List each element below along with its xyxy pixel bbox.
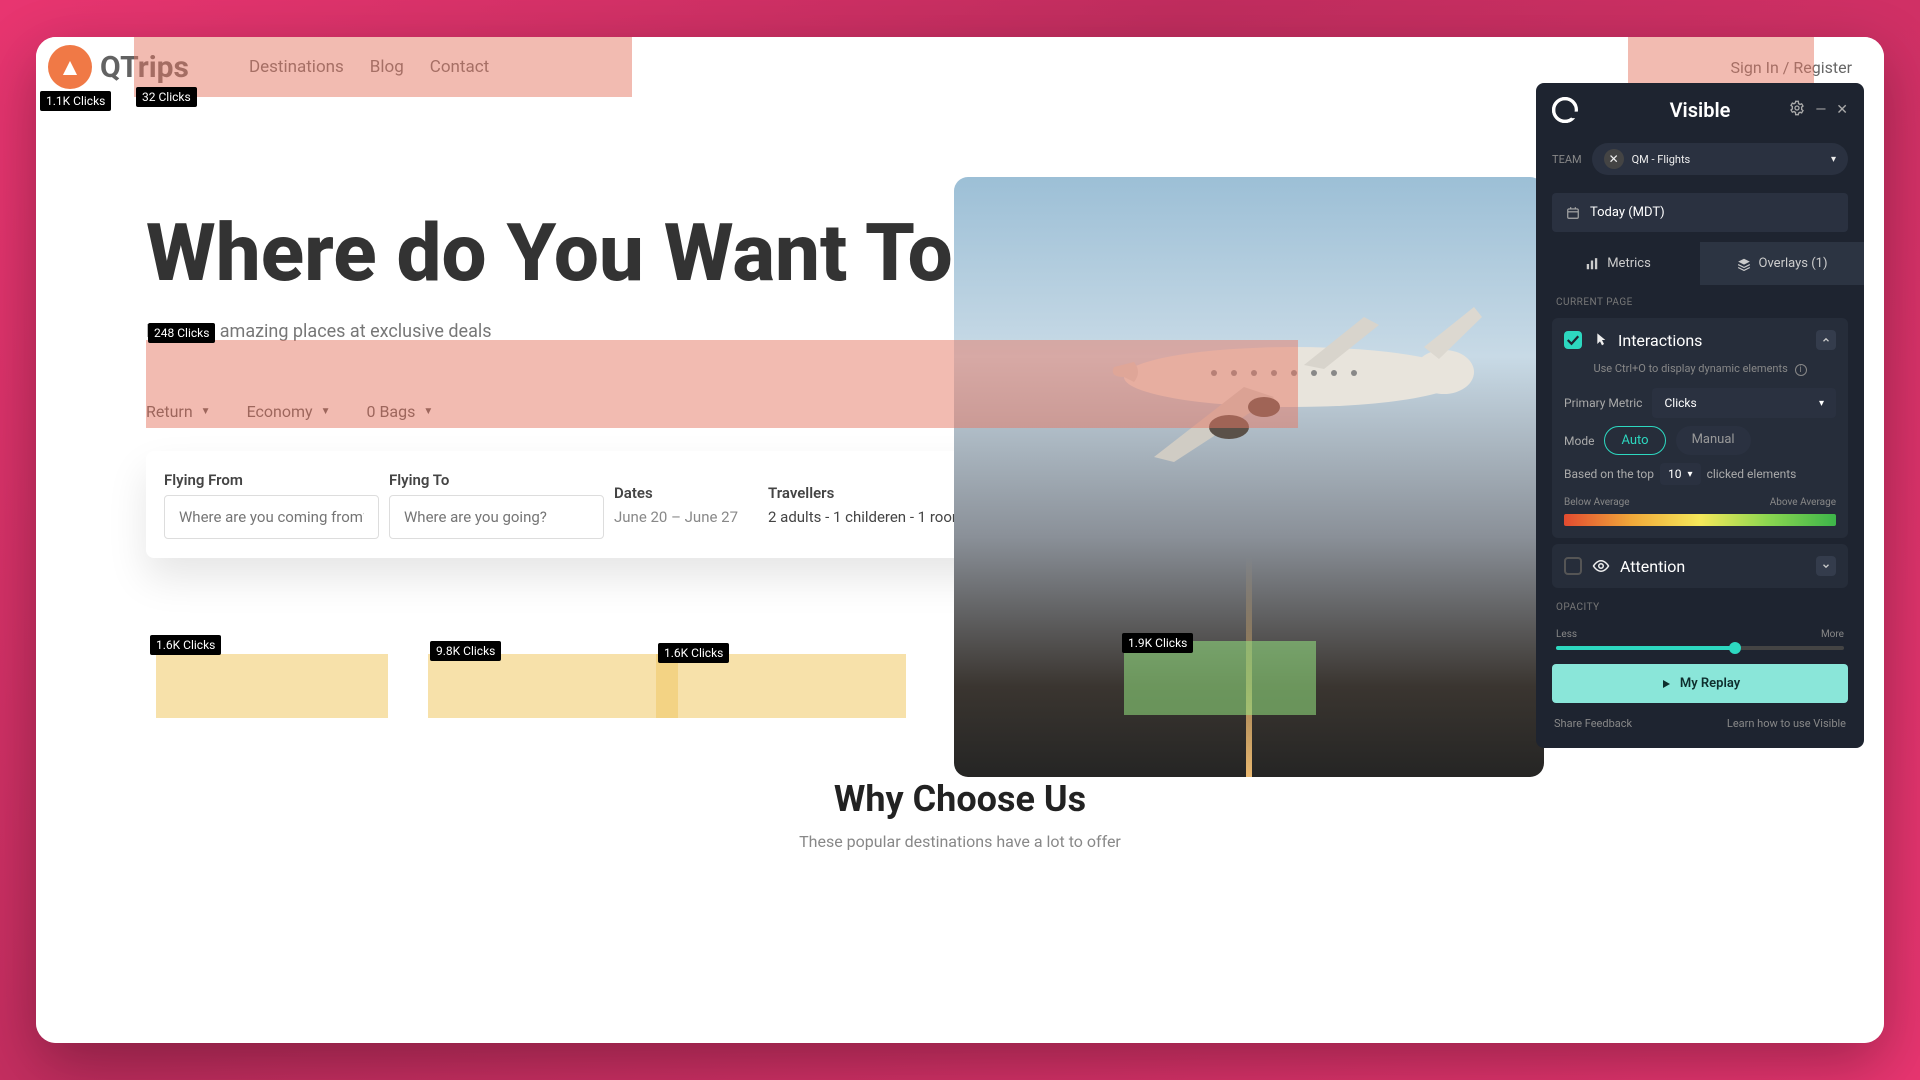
primary-metric-label: Primary Metric — [1564, 396, 1642, 410]
travellers-label: Travellers — [768, 484, 965, 502]
panel-title: Visible — [1670, 98, 1731, 122]
dates-field[interactable]: Dates June 20 – June 27 — [614, 484, 738, 526]
opacity-section-label: OPACITY — [1536, 594, 1864, 617]
opacity-more: More — [1821, 629, 1844, 640]
hint-text: Use Ctrl+O to display dynamic elements — [1594, 362, 1788, 375]
logo-icon: ▲ — [48, 45, 92, 89]
tab-overlays[interactable]: Overlays (1) — [1700, 242, 1864, 285]
eye-icon — [1592, 557, 1610, 575]
tab-metrics-label: Metrics — [1607, 256, 1651, 271]
play-icon — [1660, 678, 1672, 690]
chart-icon — [1585, 257, 1599, 271]
top-count-select[interactable]: 10 ▾ — [1660, 463, 1701, 485]
expand-icon[interactable] — [1816, 556, 1836, 576]
interactions-accordion: Interactions Use Ctrl+O to display dynam… — [1552, 318, 1848, 538]
dates-value: June 20 – June 27 — [614, 508, 738, 526]
calendar-icon — [1566, 206, 1580, 220]
based-prefix: Based on the top — [1564, 467, 1654, 481]
to-label: Flying To — [389, 471, 604, 489]
travellers-value: 2 adults - 1 childeren - 1 room — [768, 508, 965, 526]
mode-auto-pill[interactable]: Auto — [1604, 426, 1665, 455]
learn-link[interactable]: Learn how to use Visible — [1727, 717, 1846, 730]
interactions-toggle[interactable] — [1564, 331, 1582, 349]
above-avg-label: Above Average — [1770, 497, 1836, 508]
visible-logo-icon — [1552, 97, 1578, 123]
heat-gradient — [1564, 514, 1836, 526]
info-icon[interactable]: i — [1795, 364, 1807, 376]
date-value: Today (MDT) — [1590, 205, 1665, 220]
attention-accordion: Attention — [1552, 544, 1848, 588]
share-feedback-link[interactable]: Share Feedback — [1554, 717, 1632, 730]
click-tag: 248 Clicks — [148, 323, 215, 343]
minimize-icon[interactable]: — — [1815, 102, 1826, 118]
pointer-icon — [1592, 332, 1608, 348]
primary-metric-value: Clicks — [1664, 396, 1696, 410]
layers-icon — [1737, 257, 1751, 271]
team-select[interactable]: ✕ QM - Flights ▾ — [1592, 143, 1848, 175]
section-current-page: CURRENT PAGE — [1536, 289, 1864, 312]
visible-panel: Visible — ✕ TEAM ✕ QM - Flights ▾ Today … — [1536, 83, 1864, 748]
attention-toggle[interactable] — [1564, 557, 1582, 575]
mode-label: Mode — [1564, 434, 1594, 448]
below-avg-label: Below Average — [1564, 497, 1630, 508]
click-tag: 9.8K Clicks — [430, 641, 501, 661]
click-tag: 1.6K Clicks — [658, 643, 729, 663]
team-label: TEAM — [1552, 153, 1582, 166]
top-count-value: 10 — [1668, 467, 1682, 481]
travellers-field[interactable]: Travellers 2 adults - 1 childeren - 1 ro… — [768, 484, 965, 526]
chevron-down-icon: ▾ — [1688, 469, 1693, 480]
why-title: Why Choose Us — [36, 778, 1884, 820]
from-label: Flying From — [164, 471, 379, 489]
click-tag: 1.1K Clicks — [40, 91, 111, 111]
my-replay-button[interactable]: My Replay — [1552, 664, 1848, 703]
collapse-icon[interactable] — [1816, 330, 1836, 350]
chevron-down-icon: ▾ — [1819, 398, 1824, 409]
from-input[interactable] — [164, 495, 379, 539]
interactions-label: Interactions — [1618, 331, 1702, 350]
date-range-select[interactable]: Today (MDT) — [1552, 193, 1848, 232]
heatmap-overlay — [134, 37, 632, 97]
click-tag: 32 Clicks — [136, 87, 197, 107]
opacity-less: Less — [1556, 629, 1577, 640]
based-suffix: clicked elements — [1707, 467, 1797, 481]
why-sub: These popular destinations have a lot to… — [36, 832, 1884, 851]
attention-label: Attention — [1620, 557, 1685, 576]
dates-label: Dates — [614, 484, 738, 502]
primary-metric-select[interactable]: Clicks ▾ — [1652, 388, 1836, 418]
chevron-down-icon: ▾ — [1831, 154, 1836, 165]
clear-team-icon[interactable]: ✕ — [1604, 149, 1624, 169]
click-tag: 1.9K Clicks — [1122, 633, 1193, 653]
mode-manual-pill[interactable]: Manual — [1676, 426, 1751, 455]
to-input[interactable] — [389, 495, 604, 539]
replay-label: My Replay — [1680, 676, 1740, 691]
heatmap-overlay — [656, 654, 906, 718]
heatmap-overlay — [428, 654, 678, 718]
close-icon[interactable]: ✕ — [1836, 102, 1848, 118]
tab-overlays-label: Overlays (1) — [1759, 256, 1828, 271]
opacity-slider[interactable] — [1556, 646, 1844, 650]
heatmap-overlay — [146, 340, 1298, 428]
slider-thumb[interactable] — [1729, 642, 1741, 654]
tab-metrics[interactable]: Metrics — [1536, 242, 1700, 285]
settings-icon[interactable] — [1789, 100, 1805, 120]
heatmap-overlay — [156, 654, 388, 718]
team-value: QM - Flights — [1632, 153, 1691, 166]
click-tag: 1.6K Clicks — [150, 635, 221, 655]
